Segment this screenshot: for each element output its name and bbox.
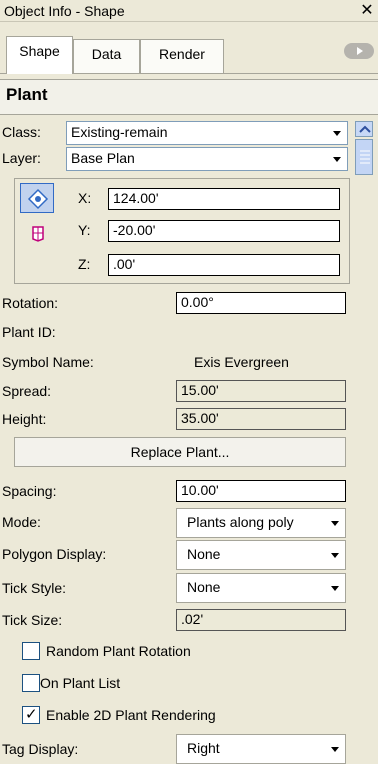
chevron-down-icon xyxy=(328,149,346,169)
z-label: Z: xyxy=(78,256,91,272)
x-label: X: xyxy=(78,190,92,206)
tick-style-value: None xyxy=(187,579,221,595)
tag-display-dropdown[interactable]: Right xyxy=(176,734,346,764)
layer-label: Layer: xyxy=(2,150,41,166)
tag-display-label: Tag Display: xyxy=(2,741,79,757)
layer-value: Base Plan xyxy=(71,150,135,166)
chevron-down-icon xyxy=(326,513,344,533)
tab-render[interactable]: Render xyxy=(140,39,224,73)
rotation-input[interactable]: 0.00° xyxy=(176,292,346,314)
mode-dropdown[interactable]: Plants along poly xyxy=(176,508,346,538)
polygon-display-value: None xyxy=(187,546,221,562)
z-input[interactable]: .00' xyxy=(108,254,340,276)
polygon-display-dropdown[interactable]: None xyxy=(176,540,346,570)
class-dropdown[interactable]: Existing-remain xyxy=(66,121,348,145)
window-title: Object Info - Shape xyxy=(4,3,125,19)
symbol-name-label: Symbol Name: xyxy=(2,354,94,370)
rotation-label: Rotation: xyxy=(2,295,59,311)
chevron-down-icon xyxy=(326,739,344,759)
tick-size-field: .02' xyxy=(176,609,346,631)
scrollbar-thumb[interactable] xyxy=(355,139,373,175)
center-point-icon[interactable] xyxy=(20,183,54,213)
object-header xyxy=(0,79,378,115)
tag-display-value: Right xyxy=(187,740,220,756)
chevron-down-icon xyxy=(328,123,346,143)
y-input[interactable]: -20.00' xyxy=(108,220,340,242)
spread-field: 15.00' xyxy=(176,380,346,402)
tick-size-label: Tick Size: xyxy=(2,612,63,628)
tab-data[interactable]: Data xyxy=(73,39,140,73)
spacing-input[interactable]: 10.00' xyxy=(176,480,346,502)
symbol-name-value: Exis Evergreen xyxy=(194,354,289,370)
random-rotation-checkbox[interactable] xyxy=(22,642,40,660)
height-field: 35.00' xyxy=(176,408,346,430)
tick-style-label: Tick Style: xyxy=(2,580,67,596)
polygon-display-label: Polygon Display: xyxy=(2,546,107,562)
object-name: Plant xyxy=(6,85,48,104)
chevron-down-icon xyxy=(326,578,344,598)
class-label: Class: xyxy=(2,124,41,140)
tab-shape[interactable]: Shape xyxy=(6,36,73,74)
enable-2d-rendering-checkbox[interactable] xyxy=(22,705,40,724)
on-plant-list-label[interactable]: On Plant List xyxy=(40,675,120,691)
class-value: Existing-remain xyxy=(71,124,168,140)
replace-plant-button[interactable]: Replace Plant... xyxy=(14,437,346,467)
scroll-up-icon[interactable] xyxy=(355,121,373,137)
y-label: Y: xyxy=(78,222,91,238)
mode-label: Mode: xyxy=(2,514,41,530)
on-plant-list-checkbox[interactable] xyxy=(22,674,40,692)
close-icon[interactable]: ✕ xyxy=(358,1,376,21)
chevron-down-icon xyxy=(326,545,344,565)
spacing-label: Spacing: xyxy=(2,483,57,499)
tick-style-dropdown[interactable]: None xyxy=(176,573,346,603)
corner-point-icon[interactable] xyxy=(30,224,48,244)
enable-2d-rendering-label[interactable]: Enable 2D Plant Rendering xyxy=(46,707,216,723)
layer-dropdown[interactable]: Base Plan xyxy=(66,147,348,171)
height-label: Height: xyxy=(2,411,47,427)
spread-label: Spread: xyxy=(2,383,52,399)
mode-value: Plants along poly xyxy=(187,514,294,530)
x-input[interactable]: 124.00' xyxy=(108,188,340,210)
plant-id-label: Plant ID: xyxy=(2,324,56,340)
random-rotation-label[interactable]: Random Plant Rotation xyxy=(46,643,191,659)
tab-scroll-right-icon[interactable] xyxy=(344,43,374,59)
